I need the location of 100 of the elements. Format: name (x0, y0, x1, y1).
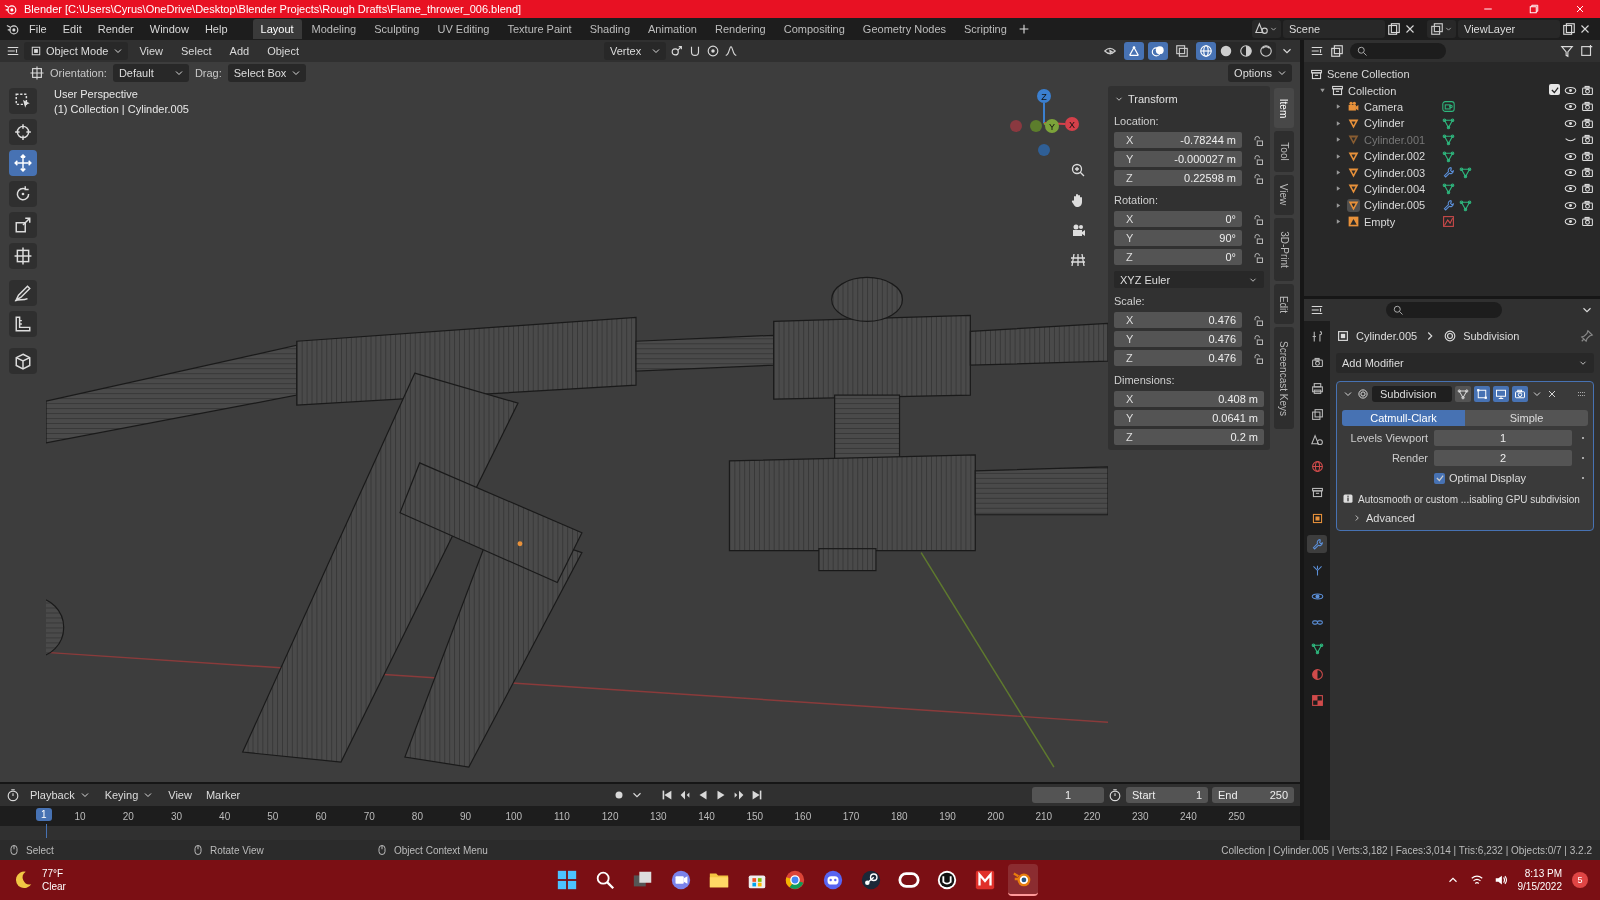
sidebar-tab[interactable]: Tool (1274, 131, 1294, 172)
axis-handle[interactable]: Y (1045, 119, 1059, 133)
options-dropdown[interactable]: Options (1228, 64, 1292, 82)
axis-handle[interactable]: Z (1037, 89, 1051, 103)
tree-item[interactable]: Scene Collection (1327, 68, 1410, 81)
view-layer-field[interactable]: ViewLayer (1458, 20, 1560, 38)
frame-number: 50 (266, 810, 280, 822)
workspace-tab[interactable]: Shading (581, 19, 639, 39)
end-frame-field[interactable]: End 250 (1212, 787, 1294, 803)
menu-item[interactable]: Marker (199, 786, 245, 804)
add-modifier-dropdown[interactable]: Add Modifier (1336, 353, 1594, 373)
sidebar-tab[interactable]: Edit (1274, 283, 1294, 325)
number-field[interactable]: X -0.78244 m (1114, 132, 1242, 148)
tree-item[interactable]: Cylinder (1364, 117, 1438, 130)
number-field[interactable]: Z 0.2 m (1114, 429, 1264, 445)
menu-item[interactable]: File (22, 20, 54, 38)
method-tab[interactable]: Simple (1465, 410, 1588, 426)
checkbox-label[interactable]: Optimal Display (1449, 472, 1527, 484)
number-field[interactable]: X 0.408 m (1114, 391, 1264, 407)
workspace-tab[interactable]: Rendering (706, 19, 774, 39)
modifier-name-field[interactable]: Subdivision (1372, 386, 1452, 402)
tree-item[interactable]: Cylinder.004 (1364, 182, 1438, 195)
frame-number: 230 (1130, 810, 1150, 822)
temperature[interactable]: 77°F (42, 868, 66, 879)
number-field[interactable]: Y -0.000027 m (1114, 151, 1242, 167)
tree-item[interactable]: Empty (1364, 215, 1438, 228)
menu-item[interactable]: Add (222, 42, 257, 60)
frame-number: 80 (410, 810, 424, 822)
tree-item[interactable]: Camera (1364, 100, 1438, 113)
orientation-dropdown[interactable]: Default (112, 64, 189, 82)
sidebar-tab[interactable]: Screencast Keys (1274, 327, 1294, 430)
panel-title[interactable]: Transform (1128, 93, 1178, 105)
frame-number: 240 (1179, 810, 1198, 822)
scene-field[interactable]: Scene (1283, 20, 1385, 38)
menu-item[interactable]: Render (90, 20, 141, 38)
frame-number: 40 (218, 810, 232, 822)
number-field[interactable]: 1 (1434, 430, 1572, 446)
frame-number: 70 (362, 810, 376, 822)
workspace-tab[interactable]: UV Editing (429, 19, 498, 39)
mode-dropdown[interactable]: Object Mode (24, 42, 129, 60)
number-field[interactable]: Z 0° (1114, 249, 1242, 265)
workspace-tab[interactable]: Compositing (775, 19, 853, 39)
frame-number: 250 (1227, 810, 1246, 822)
method-tab[interactable]: Catmull-Clark (1342, 410, 1465, 426)
workspace-tab[interactable]: Texture Paint (499, 19, 580, 39)
workspace-tab[interactable]: Layout (252, 19, 302, 39)
field-label: Levels Viewport (1349, 432, 1428, 444)
weather-text[interactable]: Clear (42, 881, 66, 892)
tree-item[interactable]: Cylinder.005 (1364, 199, 1438, 212)
axis-handle[interactable]: X (1065, 117, 1079, 131)
number-field[interactable]: Y 90° (1114, 230, 1242, 246)
tree-item[interactable]: Collection (1348, 84, 1397, 97)
menu-item[interactable]: Edit (55, 20, 89, 38)
number-field[interactable]: X 0.476 (1114, 312, 1242, 328)
scene-statistics: Collection | Cylinder.005 | Verts:3,182 | Faces:3,014 | Tris:6,232 | Objects:0/7 | 3.2.2 (1221, 844, 1592, 856)
sidebar-tab[interactable]: View (1274, 174, 1294, 216)
number-field[interactable]: Y 0.0641 m (1114, 410, 1264, 426)
frame-number: 110 (553, 810, 571, 822)
number-field[interactable]: X 0° (1114, 211, 1242, 227)
frame-number: 140 (697, 810, 716, 822)
tree-item[interactable]: Cylinder.003 (1364, 166, 1438, 179)
menu-item[interactable]: Window (142, 20, 196, 38)
menu-item[interactable]: View (162, 786, 196, 804)
workspace-tab[interactable]: Geometry Nodes (854, 19, 954, 39)
subpanel-title[interactable]: Advanced (1366, 512, 1415, 524)
sidebar-tab[interactable]: 3D-Print (1274, 218, 1294, 281)
menu-item[interactable]: View (132, 42, 171, 60)
notification-badge[interactable]: 5 (1572, 872, 1588, 888)
frame-number: 30 (169, 810, 184, 822)
frame-number: 200 (986, 810, 1005, 822)
frame-number: 170 (841, 810, 861, 822)
window-title: Blender [C:\Users\Cyrus\OneDrive\Desktop\Blender Projects\Rough Drafts\Flame_thrower_006.blend] (24, 3, 523, 15)
tree-item[interactable]: Cylinder.002 (1364, 150, 1438, 163)
clock-date[interactable]: 9/15/2022 (1517, 881, 1562, 892)
number-field[interactable]: 2 (1434, 450, 1572, 466)
frame-number: 120 (600, 810, 620, 822)
menu-item[interactable]: Select (174, 42, 219, 60)
number-field[interactable]: Y 0.476 (1114, 331, 1242, 347)
field-label: Render (1390, 452, 1428, 464)
menu-item[interactable]: Keying (98, 786, 159, 804)
number-field[interactable]: Z 0.476 (1114, 350, 1242, 366)
number-field[interactable]: Z 0.22598 m (1114, 170, 1242, 186)
snap-target-dropdown[interactable]: Vertex (604, 42, 666, 60)
drag-dropdown[interactable]: Select Box (227, 64, 307, 82)
workspace-tab[interactable]: Modeling (303, 19, 365, 39)
rotation-mode-dropdown[interactable]: XYZ Euler (1114, 271, 1264, 288)
clock-time[interactable]: 8:13 PM (1524, 868, 1562, 879)
frame-number: 160 (793, 810, 813, 822)
menu-item[interactable]: Playback (24, 786, 95, 804)
sidebar-tab[interactable]: Item (1274, 88, 1294, 129)
playhead[interactable]: 1 (36, 808, 52, 821)
info-message: Autosmooth or custom ...isabling GPU subdivision (1358, 493, 1580, 505)
workspace-tab[interactable]: Sculpting (366, 19, 428, 39)
workspace-tab[interactable]: Animation (640, 19, 705, 39)
frame-number: 150 (745, 810, 765, 822)
menu-item[interactable]: Object (260, 42, 306, 60)
start-frame-field[interactable]: Start 1 (1126, 787, 1208, 803)
menu-item[interactable]: Help (197, 20, 235, 38)
workspace-tab[interactable]: Scripting (956, 19, 1015, 39)
current-frame-field[interactable]: 1 (1032, 787, 1104, 803)
